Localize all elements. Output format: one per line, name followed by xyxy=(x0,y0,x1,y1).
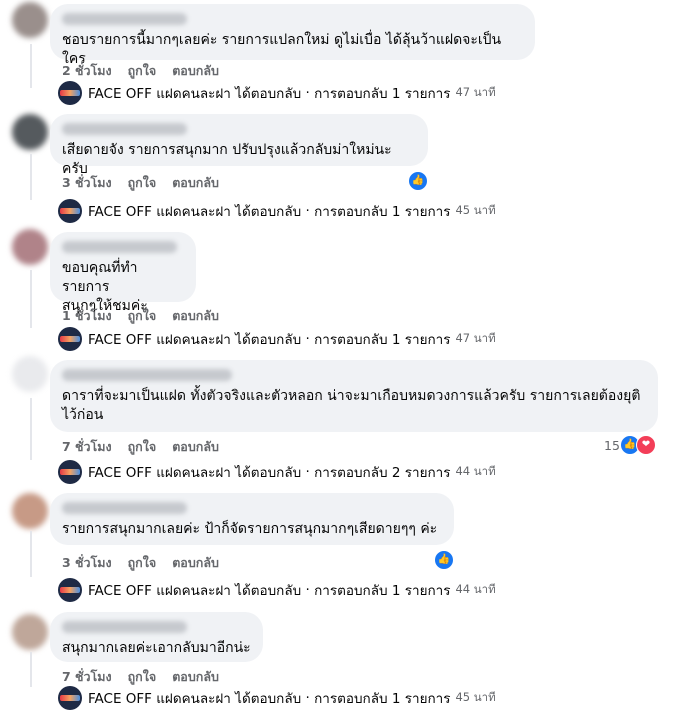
replies-count[interactable]: การตอบกลับ 1 รายการ xyxy=(314,687,450,709)
reply-button[interactable]: ตอบกลับ xyxy=(172,175,219,190)
comment-actions: 3 ชั่วโมง ถูกใจ ตอบกลับ xyxy=(62,173,235,193)
reply-time: 44 นาที xyxy=(455,464,496,478)
comment-bubble: เสียดายจัง รายการสนุกมาก ปรับปรุงแล้วกลั… xyxy=(50,114,428,177)
comment-actions: 7 ชั่วโมง ถูกใจ ตอบกลับ xyxy=(62,667,235,687)
reply-button[interactable]: ตอบกลับ xyxy=(172,669,219,684)
comment-text-line-1: ดาราที่จะมาเป็นแฝด ทั้งตัวจริงและตัวหลอก… xyxy=(62,388,641,404)
page-reply-link[interactable]: FACE OFF แฝดคนละฝา ได้ตอบกลับ · การตอบกล… xyxy=(58,460,496,484)
reply-button[interactable]: ตอบกลับ xyxy=(172,555,219,570)
commenter-avatar[interactable] xyxy=(12,114,48,150)
comment-time-link[interactable]: 1 ชั่วโมง xyxy=(62,308,112,323)
commenter-name-blurred[interactable] xyxy=(62,123,187,135)
reply-action-text: ได้ตอบกลับ xyxy=(235,86,302,102)
replies-count[interactable]: การตอบกลับ 1 รายการ xyxy=(314,200,450,222)
comment-text: สนุกมากเลยค่ะเอากลับมาอีกน่ะ xyxy=(62,640,251,656)
page-avatar[interactable] xyxy=(58,199,82,223)
like-icon[interactable]: 👍 xyxy=(408,171,428,191)
comment-time-link[interactable]: 7 ชั่วโมง xyxy=(62,669,112,684)
thread-line xyxy=(30,270,32,328)
page-reply-link[interactable]: FACE OFF แฝดคนละฝา ได้ตอบกลับ · การตอบกล… xyxy=(58,199,496,223)
reply-button[interactable]: ตอบกลับ xyxy=(172,63,219,78)
comment-bubble: รายการสนุกมากเลยค่ะ ป้าก็จัดรายการสนุกมา… xyxy=(50,493,454,545)
comment-bubble: ดาราที่จะมาเป็นแฝด ทั้งตัวจริงและตัวหลอก… xyxy=(50,360,658,432)
comment-actions: 3 ชั่วโมง ถูกใจ ตอบกลับ xyxy=(62,553,235,573)
like-button[interactable]: ถูกใจ xyxy=(128,439,157,454)
separator: · xyxy=(305,331,310,347)
reply-action-text: ได้ตอบกลับ xyxy=(235,691,302,707)
commenter-avatar[interactable] xyxy=(12,614,48,650)
separator: · xyxy=(305,85,310,101)
reply-button[interactable]: ตอบกลับ xyxy=(172,439,219,454)
commenter-avatar[interactable] xyxy=(12,229,48,265)
comment-bubble: สนุกมากเลยค่ะเอากลับมาอีกน่ะ xyxy=(50,612,263,662)
replies-count[interactable]: การตอบกลับ 1 รายการ xyxy=(314,579,450,601)
commenter-avatar[interactable] xyxy=(12,2,48,38)
page-reply-link[interactable]: FACE OFF แฝดคนละฝา ได้ตอบกลับ · การตอบกล… xyxy=(58,686,496,710)
thread-line xyxy=(30,531,32,577)
page-name[interactable]: FACE OFF แฝดคนละฝา xyxy=(88,200,231,222)
like-button[interactable]: ถูกใจ xyxy=(128,175,157,190)
reply-action-text: ได้ตอบกลับ xyxy=(235,204,302,220)
comment-text: รายการสนุกมากเลยค่ะ ป้าก็จัดรายการสนุกมา… xyxy=(62,521,438,537)
commenter-name-blurred[interactable] xyxy=(62,241,177,253)
separator: · xyxy=(305,582,310,598)
comment-actions: 1 ชั่วโมง ถูกใจ ตอบกลับ xyxy=(62,306,235,326)
replies-count[interactable]: การตอบกลับ 1 รายการ xyxy=(314,328,450,350)
comment-time-link[interactable]: 3 ชั่วโมง xyxy=(62,555,112,570)
page-name[interactable]: FACE OFF แฝดคนละฝา xyxy=(88,579,231,601)
page-avatar[interactable] xyxy=(58,460,82,484)
page-name[interactable]: FACE OFF แฝดคนละฝา xyxy=(88,82,231,104)
comment-time-link[interactable]: 2 ชั่วโมง xyxy=(62,63,112,78)
reply-action-text: ได้ตอบกลับ xyxy=(235,465,302,481)
separator: · xyxy=(305,203,310,219)
reply-time: 45 นาที xyxy=(455,690,496,704)
comment-text-line-2: ไว้ก่อน xyxy=(62,407,104,423)
comment-text-line-1: ขอบคุณที่ทำรายการ xyxy=(62,260,138,295)
replies-count[interactable]: การตอบกลับ 2 รายการ xyxy=(314,461,450,483)
page-avatar[interactable] xyxy=(58,81,82,105)
replies-count[interactable]: การตอบกลับ 1 รายการ xyxy=(314,82,450,104)
like-icon[interactable]: 👍 xyxy=(434,550,454,570)
page-reply-link[interactable]: FACE OFF แฝดคนละฝา ได้ตอบกลับ · การตอบกล… xyxy=(58,81,496,105)
reply-time: 47 นาที xyxy=(455,331,496,345)
commenter-name-blurred[interactable] xyxy=(62,621,187,633)
comment-actions: 2 ชั่วโมง ถูกใจ ตอบกลับ xyxy=(62,61,235,81)
commenter-avatar[interactable] xyxy=(12,493,48,529)
love-icon[interactable]: ❤ xyxy=(636,435,656,455)
comment-bubble: ชอบรายการนี้มากๆเลยค่ะ รายการแปลกใหม่ ดู… xyxy=(50,4,535,67)
page-name[interactable]: FACE OFF แฝดคนละฝา xyxy=(88,687,231,709)
reply-action-text: ได้ตอบกลับ xyxy=(235,583,302,599)
reaction-count[interactable]: 15 xyxy=(604,438,620,453)
like-button[interactable]: ถูกใจ xyxy=(128,555,157,570)
page-avatar[interactable] xyxy=(58,578,82,602)
comment-time-link[interactable]: 7 ชั่วโมง xyxy=(62,439,112,454)
reply-action-text: ได้ตอบกลับ xyxy=(235,332,302,348)
reply-time: 45 นาที xyxy=(455,203,496,217)
reply-button[interactable]: ตอบกลับ xyxy=(172,308,219,323)
commenter-avatar[interactable] xyxy=(12,356,48,392)
page-name[interactable]: FACE OFF แฝดคนละฝา xyxy=(88,328,231,350)
thread-line xyxy=(30,154,32,200)
commenter-name-blurred[interactable] xyxy=(62,13,187,25)
like-button[interactable]: ถูกใจ xyxy=(128,63,157,78)
like-button[interactable]: ถูกใจ xyxy=(128,669,157,684)
thread-line xyxy=(30,44,32,88)
separator: · xyxy=(305,690,310,706)
comment-time-link[interactable]: 3 ชั่วโมง xyxy=(62,175,112,190)
page-reply-link[interactable]: FACE OFF แฝดคนละฝา ได้ตอบกลับ · การตอบกล… xyxy=(58,578,496,602)
reply-time: 47 นาที xyxy=(455,85,496,99)
thread-line xyxy=(30,398,32,460)
commenter-name-blurred[interactable] xyxy=(62,502,187,514)
like-button[interactable]: ถูกใจ xyxy=(128,308,157,323)
commenter-name-blurred[interactable] xyxy=(62,369,232,381)
page-reply-link[interactable]: FACE OFF แฝดคนละฝา ได้ตอบกลับ · การตอบกล… xyxy=(58,327,496,351)
reply-time: 44 นาที xyxy=(455,582,496,596)
separator: · xyxy=(305,464,310,480)
page-avatar[interactable] xyxy=(58,327,82,351)
page-name[interactable]: FACE OFF แฝดคนละฝา xyxy=(88,461,231,483)
thread-line xyxy=(30,652,32,687)
page-avatar[interactable] xyxy=(58,686,82,710)
comment-actions: 7 ชั่วโมง ถูกใจ ตอบกลับ xyxy=(62,437,235,457)
comment-bubble: ขอบคุณที่ทำรายการ สนุกๆให้ชมค่ะ xyxy=(50,232,196,314)
